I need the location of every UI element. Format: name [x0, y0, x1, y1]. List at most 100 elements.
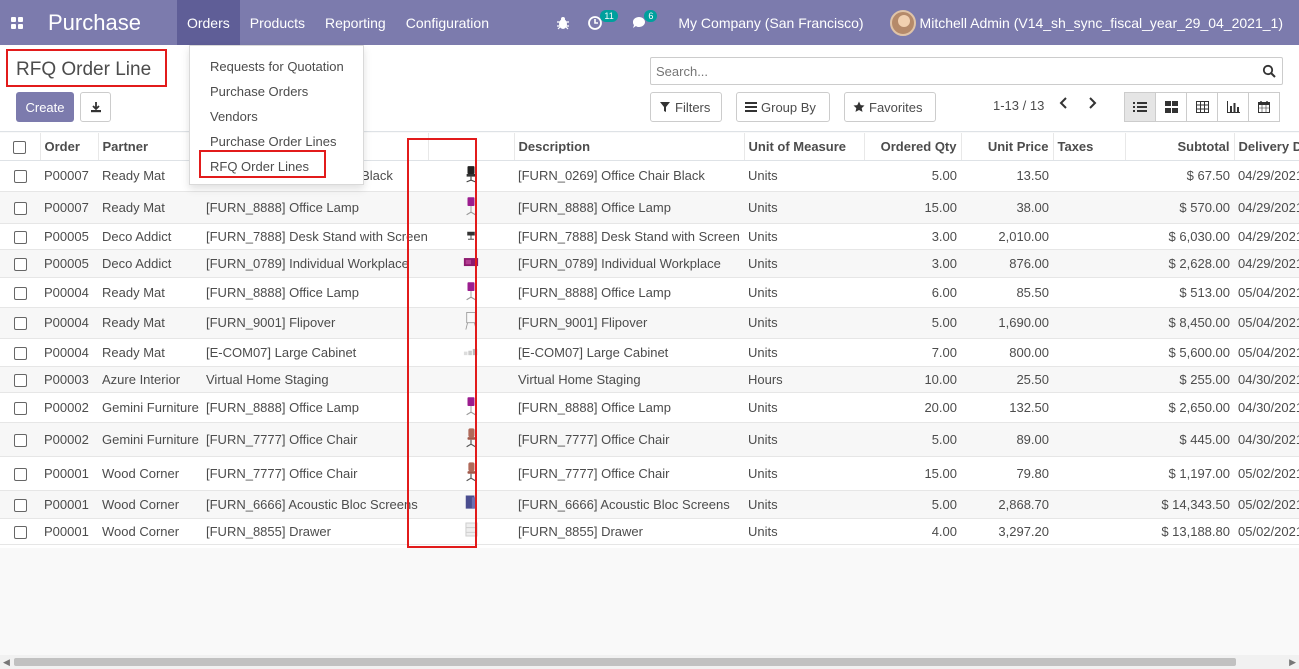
kanban-view-icon[interactable]	[1155, 92, 1187, 122]
cell-unit-price: 876.00	[961, 249, 1053, 278]
groupby-label: Group By	[761, 99, 816, 115]
menu-configuration[interactable]: Configuration	[396, 0, 499, 45]
col-taxes[interactable]: Taxes	[1053, 133, 1126, 161]
table-row[interactable]: P00007 Ready Mat [FURN_8888] Office Lamp [F…	[0, 191, 1299, 224]
table-row[interactable]: P00004 Ready Mat [FURN_8888] Office Lamp [F…	[0, 277, 1299, 308]
cell-ordered-qty: 10.00	[864, 366, 961, 393]
menu-item-vendors[interactable]: Vendors	[190, 104, 363, 129]
row-checkbox[interactable]	[0, 518, 40, 545]
bars-icon	[745, 102, 757, 112]
cell-ordered-qty: 15.00	[864, 456, 961, 491]
debug-bug-icon[interactable]	[556, 16, 570, 30]
cell-ordered-qty: 4.00	[864, 518, 961, 545]
cell-delivery-date: 04/29/2021 13:3	[1234, 249, 1299, 278]
download-icon	[90, 102, 101, 113]
row-checkbox[interactable]	[0, 160, 40, 192]
cell-subtotal: $ 445.00	[1125, 422, 1234, 457]
table-row[interactable]: P00002 Gemini Furniture [FURN_8888] Office…	[0, 392, 1299, 423]
cell-unit-price: 132.50	[961, 392, 1053, 423]
col-order[interactable]: Order	[40, 133, 99, 161]
cell-ordered-qty: 3.00	[864, 249, 961, 278]
col-unit-price[interactable]: Unit Price	[961, 133, 1054, 161]
cell-description: [FURN_8888] Office Lamp	[514, 191, 744, 224]
create-button[interactable]: Create	[16, 92, 74, 122]
calendar-view-icon[interactable]	[1248, 92, 1280, 122]
favorites-button[interactable]: Favorites	[844, 92, 936, 122]
company-switcher[interactable]: My Company (San Francisco)	[678, 15, 863, 31]
cell-delivery-date: 04/29/2021 13:3	[1234, 191, 1299, 224]
activities-clock-icon[interactable]: 11	[588, 9, 618, 30]
menu-item-purchase-orders[interactable]: Purchase Orders	[190, 79, 363, 104]
menu-orders[interactable]: Orders	[176, 0, 240, 45]
cell-uom: Units	[744, 249, 864, 278]
export-button[interactable]	[80, 92, 111, 122]
row-checkbox[interactable]	[0, 366, 40, 393]
apps-menu-icon[interactable]	[2, 0, 32, 45]
col-partner[interactable]: Partner	[98, 133, 203, 161]
table-row[interactable]: P00004 Ready Mat [E-COM07] Large Cabinet [E…	[0, 338, 1299, 367]
cell-partner: Gemini Furniture	[98, 392, 202, 423]
cell-uom: Units	[744, 307, 864, 339]
cell-unit-price: 2,010.00	[961, 223, 1053, 250]
cell-delivery-date: 05/04/2021 13:3	[1234, 277, 1299, 308]
row-checkbox[interactable]	[0, 249, 40, 278]
cell-taxes	[1053, 392, 1125, 423]
col-uom[interactable]: Unit of Measure	[744, 133, 865, 161]
table-row[interactable]: P00002 Gemini Furniture [FURN_7777] Office…	[0, 422, 1299, 457]
search-input[interactable]	[651, 58, 1241, 84]
pivot-view-icon[interactable]	[1186, 92, 1218, 122]
messages-chat-icon[interactable]: 6	[632, 9, 658, 30]
table-row[interactable]: P00001 Wood Corner [FURN_7777] Office Chai…	[0, 456, 1299, 491]
cell-taxes	[1053, 338, 1125, 367]
row-checkbox[interactable]	[0, 277, 40, 308]
cell-order: P00001	[40, 456, 98, 491]
menu-item-requests-for-quotation[interactable]: Requests for Quotation	[190, 54, 363, 79]
cell-delivery-date: 04/30/2021 13:3	[1234, 392, 1299, 423]
cell-partner: Ready Mat	[98, 160, 202, 192]
menu-reporting[interactable]: Reporting	[315, 0, 396, 45]
row-checkbox[interactable]	[0, 422, 40, 457]
user-menu[interactable]: Mitchell Admin (V14_sh_sync_fiscal_year_…	[889, 9, 1283, 36]
search-icon[interactable]	[1262, 64, 1276, 81]
app-brand[interactable]: Purchase	[48, 10, 141, 36]
row-checkbox[interactable]	[0, 456, 40, 491]
list-view-icon[interactable]	[1124, 92, 1156, 122]
row-checkbox[interactable]	[0, 307, 40, 339]
table-row[interactable]: P00001 Wood Corner [FURN_6666] Acoustic Bl…	[0, 490, 1299, 519]
cell-order: P00001	[40, 490, 98, 519]
scroll-right-icon[interactable]: ▶	[1289, 657, 1296, 668]
table-row[interactable]: P00005 Deco Addict [FURN_7888] Desk Stand …	[0, 223, 1299, 250]
horizontal-scrollbar[interactable]: ◀ ▶	[0, 655, 1299, 669]
pager-value[interactable]: 1-13 / 13	[993, 98, 1044, 113]
cell-uom: Units	[744, 191, 864, 224]
pager-previous-icon[interactable]	[1059, 96, 1069, 113]
groupby-button[interactable]: Group By	[736, 92, 830, 122]
row-checkbox[interactable]	[0, 490, 40, 519]
cell-uom: Units	[744, 338, 864, 367]
cell-order: P00007	[40, 191, 98, 224]
filters-button[interactable]: Filters	[650, 92, 722, 122]
col-subtotal[interactable]: Subtotal	[1125, 133, 1235, 161]
select-all-checkbox[interactable]	[0, 133, 41, 161]
row-checkbox[interactable]	[0, 223, 40, 250]
col-description[interactable]: Description	[514, 133, 745, 161]
cell-ordered-qty: 5.00	[864, 307, 961, 339]
scroll-left-icon[interactable]: ◀	[3, 657, 10, 668]
col-ordered-qty[interactable]: Ordered Qty	[864, 133, 962, 161]
col-delivery-date[interactable]: Delivery Date	[1234, 133, 1299, 161]
menu-products[interactable]: Products	[240, 0, 315, 45]
graph-view-icon[interactable]	[1217, 92, 1249, 122]
table-row[interactable]: P00003 Azure Interior Virtual Home Staging…	[0, 366, 1299, 393]
scrollbar-thumb[interactable]	[14, 658, 1236, 666]
row-checkbox[interactable]	[0, 338, 40, 367]
table-row[interactable]: P00005 Deco Addict [FURN_0789] Individual …	[0, 249, 1299, 278]
row-checkbox[interactable]	[0, 392, 40, 423]
table-row[interactable]: P00004 Ready Mat [FURN_9001] Flipover [FURN…	[0, 307, 1299, 339]
table-row[interactable]: P00001 Wood Corner [FURN_8855] Drawer [FURN…	[0, 518, 1299, 545]
activities-badge: 11	[600, 9, 618, 22]
title-highlight-box	[6, 49, 167, 87]
row-checkbox[interactable]	[0, 191, 40, 224]
cell-product: [FURN_8888] Office Lamp	[202, 277, 428, 308]
cell-subtotal: $ 570.00	[1125, 191, 1234, 224]
pager-next-icon[interactable]	[1087, 96, 1097, 113]
